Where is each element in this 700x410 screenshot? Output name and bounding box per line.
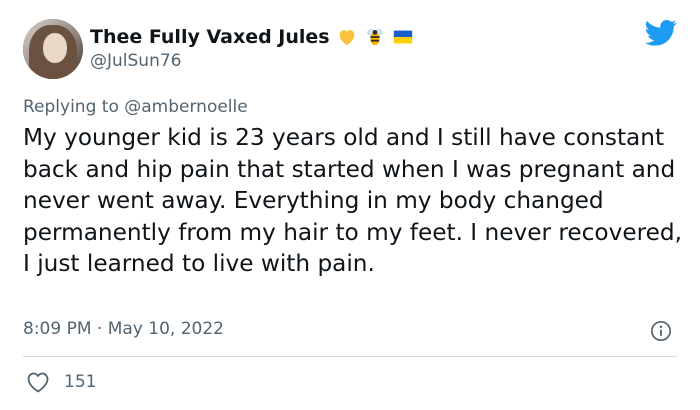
divider <box>23 356 677 357</box>
heart-icon <box>27 372 49 393</box>
ukraine-flag-icon <box>393 30 412 44</box>
yellow-heart-icon <box>339 30 354 46</box>
reply-context: Replying to @ambernoelle <box>23 97 248 117</box>
avatar[interactable] <box>23 19 83 79</box>
avatar-face <box>43 33 67 63</box>
author-handle[interactable]: @JulSun76 <box>90 51 181 71</box>
like-button[interactable]: 151 <box>26 371 96 393</box>
reply-mention-link[interactable]: @ambernoelle <box>124 97 247 117</box>
author-name-row: Thee Fully Vaxed Jules <box>90 24 414 50</box>
reply-prefix: Replying to <box>23 97 119 117</box>
author-display-name[interactable]: Thee Fully Vaxed Jules <box>90 26 330 48</box>
info-icon[interactable] <box>650 320 672 342</box>
tweet-timestamp[interactable]: 8:09 PM · May 10, 2022 <box>23 319 224 339</box>
twitter-logo-icon[interactable] <box>645 19 677 47</box>
tweet-text: My younger kid is 23 years old and I sti… <box>23 124 682 277</box>
like-count: 151 <box>64 372 97 392</box>
bee-icon <box>367 29 383 46</box>
